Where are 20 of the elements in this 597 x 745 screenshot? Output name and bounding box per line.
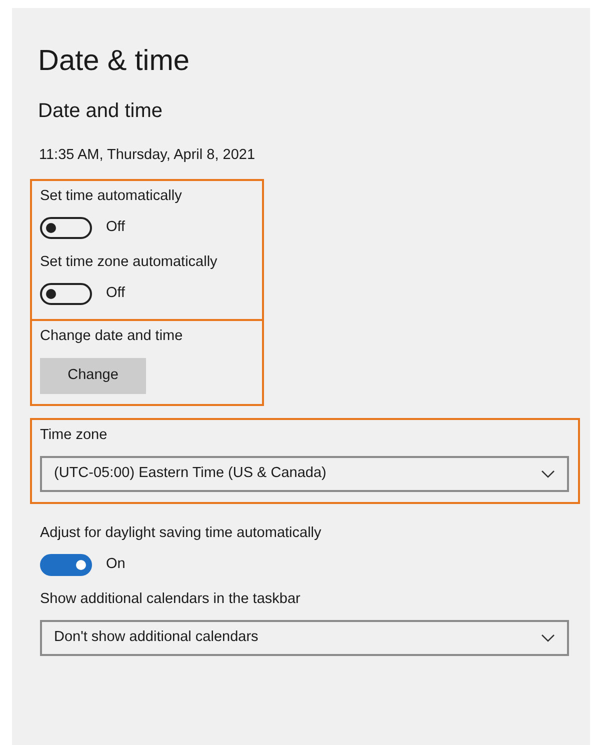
setting-label: Time zone bbox=[40, 426, 108, 444]
chevron-down-icon bbox=[541, 470, 555, 478]
toggle-switch[interactable] bbox=[40, 283, 92, 305]
toggle-switch[interactable] bbox=[40, 554, 92, 576]
toggle-state: Off bbox=[106, 218, 126, 238]
setting-label: Set time automatically bbox=[40, 187, 183, 205]
toggle-state: On bbox=[106, 555, 126, 574]
toggle-switch[interactable] bbox=[40, 217, 92, 239]
chevron-down-icon bbox=[541, 634, 555, 642]
setting-label: Show additional calendars in the taskbar bbox=[40, 590, 302, 608]
dropdown[interactable]: Don't show additional calendars bbox=[40, 620, 569, 656]
dropdown[interactable]: (UTC-05:00) Eastern Time (US & Canada) bbox=[40, 456, 569, 492]
setting-label: Adjust for daylight saving time automatically bbox=[40, 524, 322, 542]
setting-label: Set time zone automatically bbox=[40, 253, 218, 271]
current-time: 11:35 AM, Thursday, April 8, 2021 bbox=[39, 146, 256, 164]
change-button[interactable]: Change bbox=[40, 358, 146, 394]
section-heading: Date and time bbox=[38, 99, 164, 124]
toggle-state: Off bbox=[106, 284, 126, 304]
setting-label: Change date and time bbox=[40, 327, 184, 345]
page-title: Date & time bbox=[38, 44, 190, 78]
